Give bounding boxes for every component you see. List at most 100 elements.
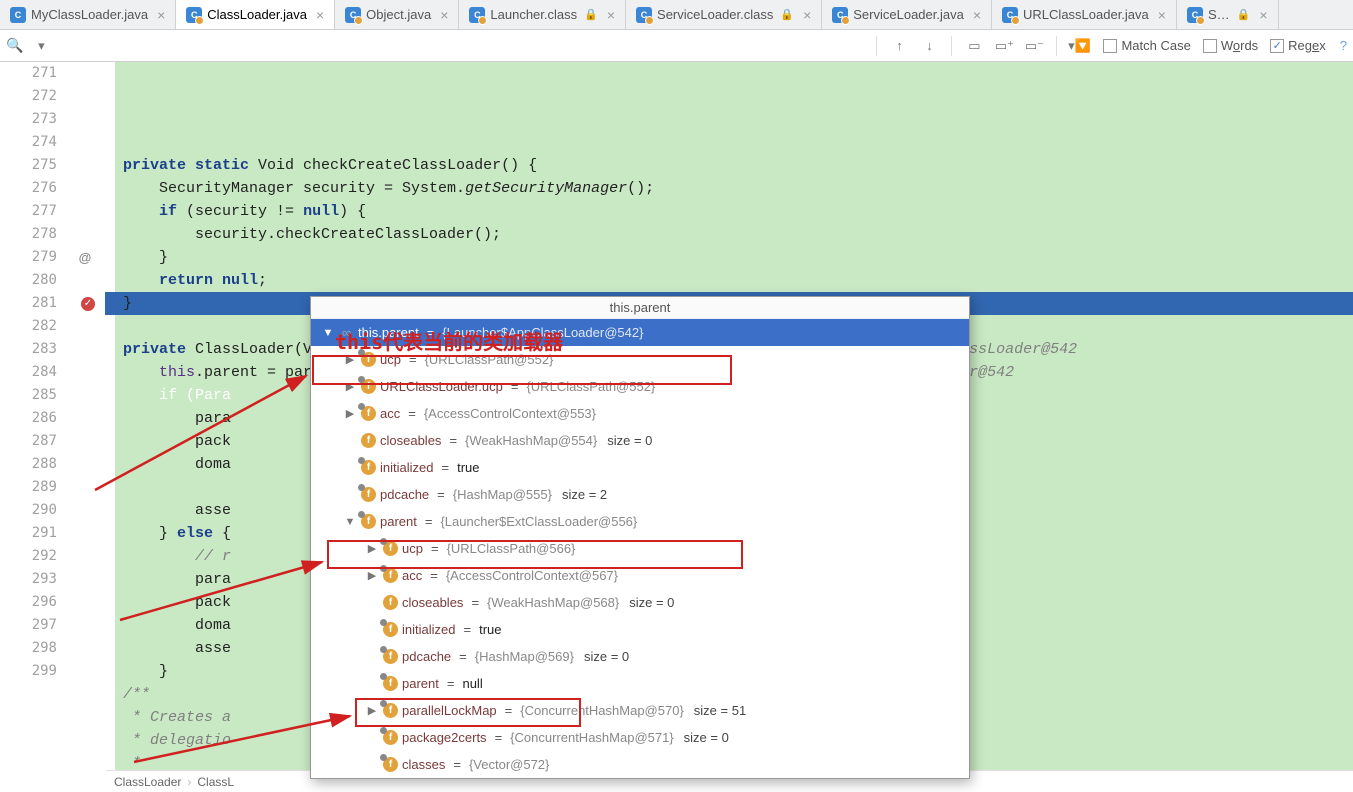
chevron-right-icon[interactable]: ▶ <box>343 380 357 393</box>
code-line[interactable]: if (security != null) { <box>105 200 1353 223</box>
debug-variable-row[interactable]: f closeables={WeakHashMap@568}size = 0 <box>311 589 969 616</box>
chevron-right-icon[interactable]: ▶ <box>343 353 357 366</box>
close-icon[interactable]: × <box>1259 7 1267 23</box>
breakpoint-icon[interactable] <box>81 297 95 311</box>
debug-variable-row[interactable]: ▶f ucp={URLClassPath@566} <box>311 535 969 562</box>
close-icon[interactable]: × <box>1158 7 1166 23</box>
search-dropdown-icon[interactable]: ▾ <box>29 34 53 58</box>
help-icon[interactable]: ? <box>1340 38 1347 53</box>
chevron-right-icon[interactable]: ▶ <box>365 569 379 582</box>
line-number: 280 <box>0 269 65 292</box>
tab-0[interactable]: CMyClassLoader.java× <box>0 0 176 29</box>
var-value: {URLClassPath@552} <box>425 352 554 367</box>
chevron-down-icon[interactable]: ▼ <box>343 516 357 528</box>
tab-7[interactable]: CS…🔒× <box>1177 0 1279 29</box>
field-icon: f <box>361 487 376 502</box>
code-line[interactable]: private static Void checkCreateClassLoad… <box>105 154 1353 177</box>
add-selection-icon[interactable]: ▭⁺ <box>992 34 1016 58</box>
line-number-gutter: 2712722732742752762772782792802812822832… <box>0 62 65 792</box>
class-file-icon: C <box>1002 7 1018 23</box>
popup-body[interactable]: ▼∞ this.parent={Launcher$AppClassLoader@… <box>311 319 969 778</box>
class-file-icon: C <box>832 7 848 23</box>
field-icon: f <box>383 541 398 556</box>
close-icon[interactable]: × <box>973 7 981 23</box>
chevron-right-icon[interactable]: ▶ <box>365 704 379 717</box>
equals: = <box>447 676 455 691</box>
separator <box>1056 36 1057 56</box>
debug-variable-row[interactable]: ▶f acc={AccessControlContext@553} <box>311 400 969 427</box>
field-icon: f <box>361 406 376 421</box>
editor-tabbar: CMyClassLoader.java×CClassLoader.java×CO… <box>0 0 1353 30</box>
var-name: initialized <box>380 460 433 475</box>
search-toolbar: 🔍 ▾ ↑ ↓ ▭ ▭⁺ ▭⁻ ▾🔽 Match Case Words ✓Reg… <box>0 30 1353 62</box>
debug-variable-row[interactable]: f closeables={WeakHashMap@554}size = 0 <box>311 427 969 454</box>
debug-variable-row[interactable]: ▶f ucp={URLClassPath@552} <box>311 346 969 373</box>
crumb[interactable]: ClassLoader <box>114 775 181 789</box>
code-line[interactable]: SecurityManager security = System.getSec… <box>105 177 1353 200</box>
close-icon[interactable]: × <box>316 7 324 23</box>
line-number: 286 <box>0 407 65 430</box>
debug-variable-row[interactable]: f parent=null <box>311 670 969 697</box>
debug-variable-row[interactable]: ▶f acc={AccessControlContext@567} <box>311 562 969 589</box>
match-case-checkbox[interactable]: Match Case <box>1103 38 1190 53</box>
line-number: 273 <box>0 108 65 131</box>
equals: = <box>463 622 471 637</box>
debug-variable-row[interactable]: f initialized=true <box>311 454 969 481</box>
chevron-down-icon[interactable]: ▼ <box>321 327 335 339</box>
prev-match-icon[interactable]: ↑ <box>887 34 911 58</box>
var-value: {ConcurrentHashMap@571} <box>510 730 674 745</box>
close-icon[interactable]: × <box>803 7 811 23</box>
tab-6[interactable]: CURLClassLoader.java× <box>992 0 1177 29</box>
code-line[interactable]: return null; <box>105 269 1353 292</box>
debug-variable-row[interactable]: f classes={Vector@572} <box>311 751 969 778</box>
tab-4[interactable]: CServiceLoader.class🔒× <box>626 0 822 29</box>
debug-variable-row[interactable]: f pdcache={HashMap@569}size = 0 <box>311 643 969 670</box>
remove-selection-icon[interactable]: ▭⁻ <box>1022 34 1046 58</box>
tab-5[interactable]: CServiceLoader.java× <box>822 0 992 29</box>
var-value: {ConcurrentHashMap@570} <box>520 703 684 718</box>
var-value: true <box>479 622 501 637</box>
next-match-icon[interactable]: ↓ <box>917 34 941 58</box>
field-icon: f <box>361 352 376 367</box>
line-number: 285 <box>0 384 65 407</box>
words-checkbox[interactable]: Words <box>1203 38 1258 53</box>
regex-checkbox[interactable]: ✓Regex <box>1270 38 1326 53</box>
annotation-gutter: @ <box>65 62 105 792</box>
field-icon: f <box>383 757 398 772</box>
filter-icon[interactable]: ▾🔽 <box>1067 34 1091 58</box>
debug-inspect-popup[interactable]: this.parent ▼∞ this.parent={Launcher$App… <box>310 296 970 779</box>
var-value: null <box>462 676 482 691</box>
class-file-icon: C <box>1187 7 1203 23</box>
var-value: true <box>457 460 479 475</box>
var-name: pdcache <box>402 649 451 664</box>
crumb[interactable]: ClassL <box>197 775 234 789</box>
chevron-right-icon[interactable]: ▶ <box>365 542 379 555</box>
debug-variable-row[interactable]: f pdcache={HashMap@555}size = 2 <box>311 481 969 508</box>
line-number: 297 <box>0 614 65 637</box>
debug-variable-row[interactable]: f initialized=true <box>311 616 969 643</box>
var-name: parent <box>380 514 417 529</box>
chevron-right-icon[interactable]: ▶ <box>343 407 357 420</box>
close-icon[interactable]: × <box>607 7 615 23</box>
debug-variable-row[interactable]: ▼f parent={Launcher$ExtClassLoader@556} <box>311 508 969 535</box>
select-all-icon[interactable]: ▭ <box>962 34 986 58</box>
close-icon[interactable]: × <box>440 7 448 23</box>
tab-1[interactable]: CClassLoader.java× <box>176 0 335 29</box>
code-line[interactable]: security.checkCreateClassLoader(); <box>105 223 1353 246</box>
search-input[interactable] <box>59 34 866 58</box>
line-number: 288 <box>0 453 65 476</box>
var-value: {WeakHashMap@554} <box>465 433 597 448</box>
debug-variable-row[interactable]: ▼∞ this.parent={Launcher$AppClassLoader@… <box>311 319 969 346</box>
tab-2[interactable]: CObject.java× <box>335 0 459 29</box>
debug-variable-row[interactable]: ▶f parallelLockMap={ConcurrentHashMap@57… <box>311 697 969 724</box>
debug-variable-row[interactable]: f package2certs={ConcurrentHashMap@571}s… <box>311 724 969 751</box>
code-line[interactable]: } <box>105 246 1353 269</box>
line-number: 277 <box>0 200 65 223</box>
class-file-icon: C <box>469 7 485 23</box>
close-icon[interactable]: × <box>157 7 165 23</box>
tab-3[interactable]: CLauncher.class🔒× <box>459 0 626 29</box>
var-value: {Vector@572} <box>469 757 549 772</box>
line-number: 272 <box>0 85 65 108</box>
debug-variable-row[interactable]: ▶f URLClassLoader.ucp={URLClassPath@552} <box>311 373 969 400</box>
line-number: 281 <box>0 292 65 315</box>
